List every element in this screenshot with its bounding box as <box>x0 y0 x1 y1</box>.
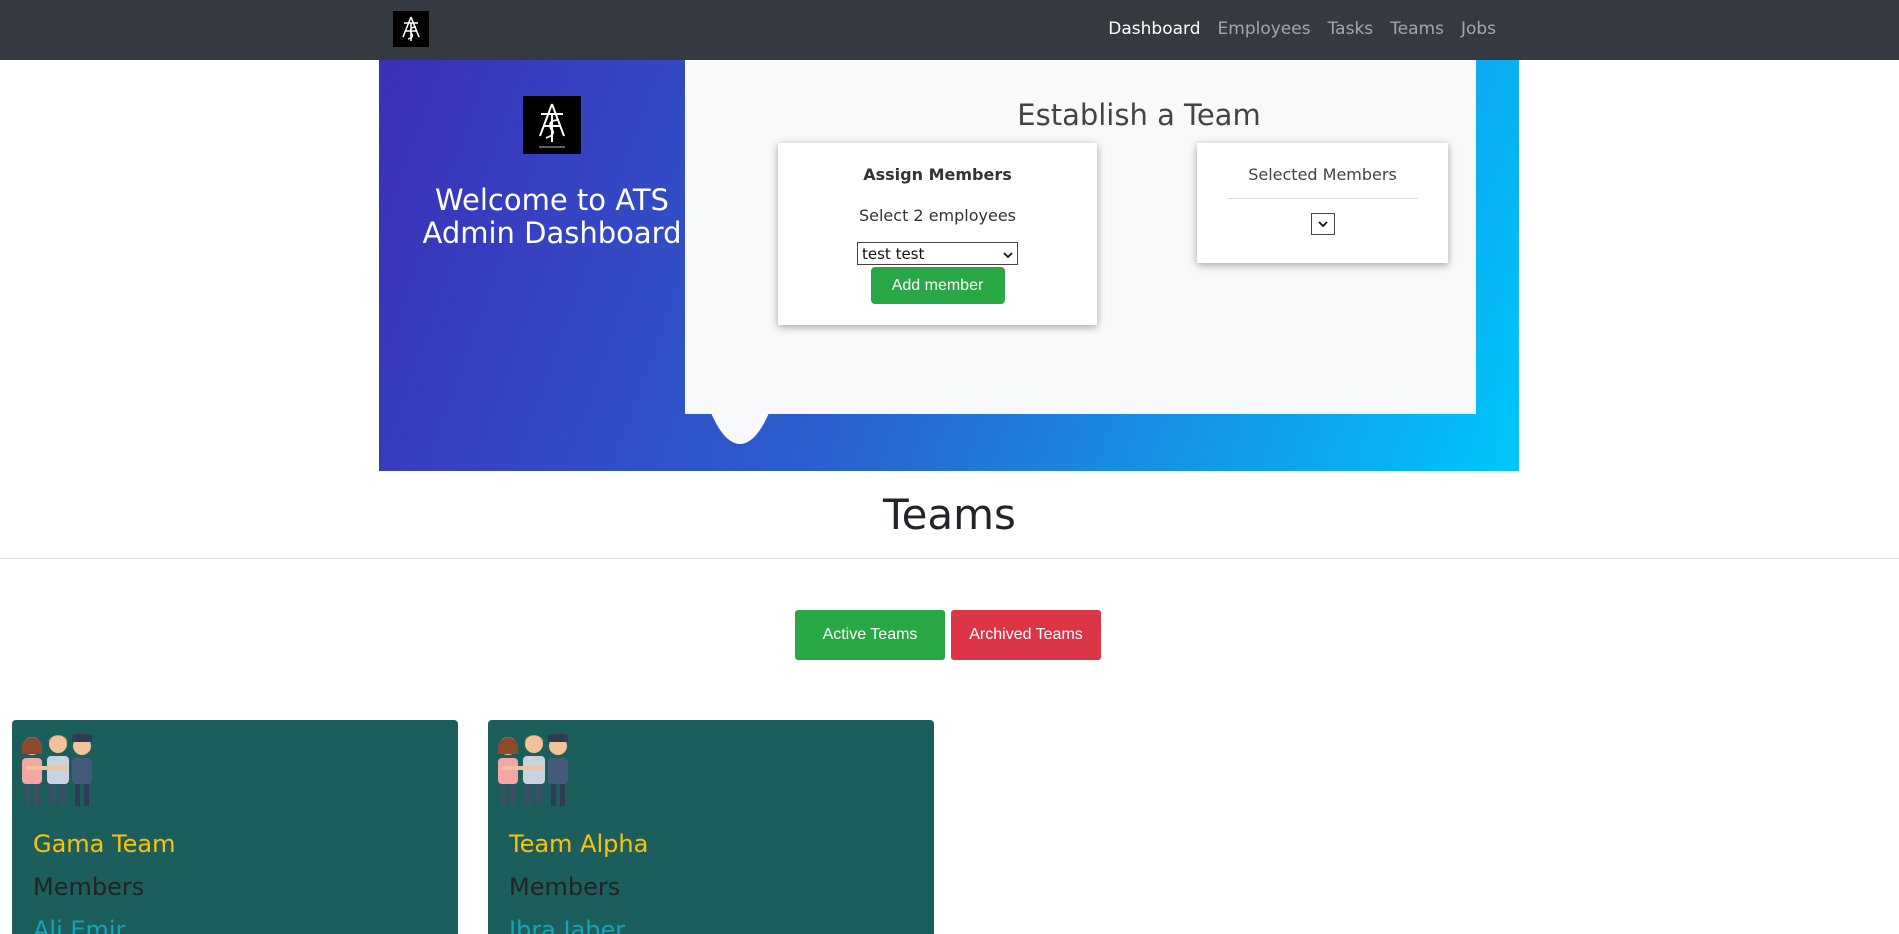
nav-teams[interactable]: Teams <box>1390 19 1444 39</box>
archived-teams-button[interactable]: Archived Teams <box>951 610 1101 660</box>
team-name: Team Alpha <box>509 830 649 858</box>
selected-members-divider <box>1227 198 1418 199</box>
team-member-link[interactable]: Ali Emir <box>33 916 125 934</box>
ats-logo[interactable] <box>393 11 429 47</box>
team-card[interactable]: Team Alpha Members Ibra Jaber <box>488 720 934 934</box>
team-members-label: Members <box>509 873 621 901</box>
welcome-text: Welcome to ATS Admin Dashboard <box>422 183 682 250</box>
team-member-link[interactable]: Ibra Jaber <box>509 916 625 934</box>
chevron-down-icon <box>1317 218 1328 231</box>
selected-members-title: Selected Members <box>1248 165 1397 184</box>
active-teams-button[interactable]: Active Teams <box>795 610 945 660</box>
nav-jobs[interactable]: Jobs <box>1461 19 1496 39</box>
team-name: Gama Team <box>33 830 176 858</box>
chevron-down-icon <box>1003 245 1013 263</box>
assign-members-title: Assign Members <box>863 165 1012 184</box>
teams-heading: Teams <box>883 490 1016 539</box>
navbar: Dashboard Employees Tasks Teams Jobs <box>0 0 1899 60</box>
assign-members-subtitle: Select 2 employees <box>858 206 1017 225</box>
teams-divider <box>0 558 1899 559</box>
team-people-icon <box>16 724 100 808</box>
nav-employees[interactable]: Employees <box>1218 19 1311 39</box>
team-members-label: Members <box>33 873 145 901</box>
nav-tasks[interactable]: Tasks <box>1328 19 1374 39</box>
employee-select[interactable]: test test <box>857 242 1018 265</box>
add-member-button[interactable]: Add member <box>870 267 1005 304</box>
employee-select-value: test test <box>862 244 925 263</box>
team-people-icon <box>492 724 576 808</box>
selected-members-select[interactable] <box>1310 213 1335 235</box>
ats-logo-large <box>523 96 581 154</box>
assign-members-card: Assign Members Select 2 employees test t… <box>778 143 1097 325</box>
hero-banner: Welcome to ATS Admin Dashboard Establish… <box>379 60 1519 471</box>
team-card[interactable]: Gama Team Members Ali Emir <box>12 720 458 934</box>
establish-team-title: Establish a Team <box>1017 98 1261 132</box>
nav-links: Dashboard Employees Tasks Teams Jobs <box>1091 0 1496 58</box>
selected-members-card: Selected Members <box>1197 143 1448 263</box>
nav-dashboard[interactable]: Dashboard <box>1108 19 1200 39</box>
